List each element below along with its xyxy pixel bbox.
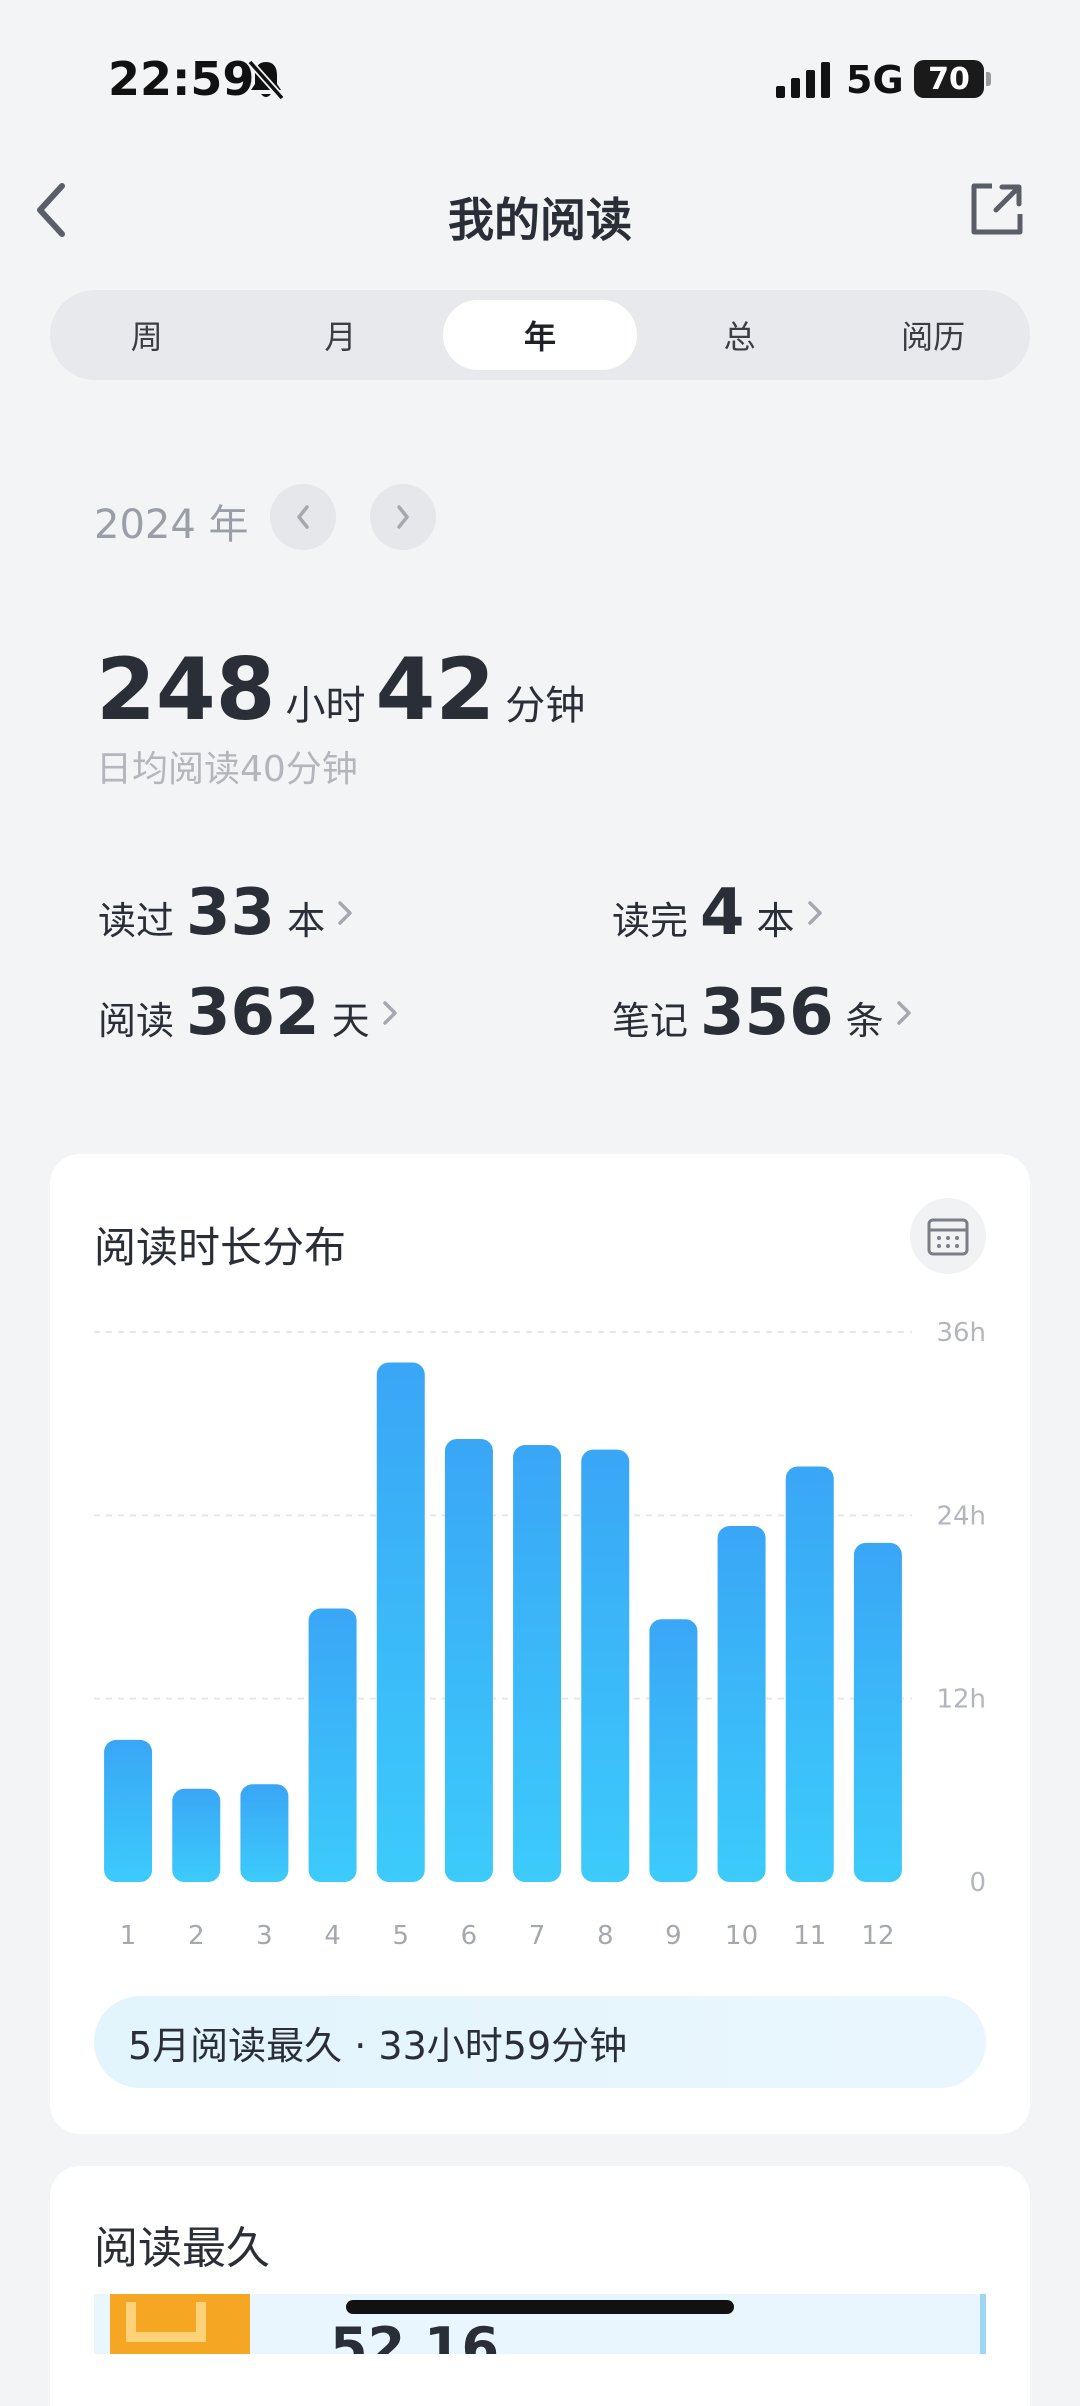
chevron-right-icon (338, 901, 352, 925)
x-tick-label: 9 (665, 1921, 682, 1951)
total-minutes: 42 (375, 640, 496, 740)
battery-tip (986, 72, 991, 86)
page-title: 我的阅读 (448, 193, 632, 247)
chevron-left-icon (297, 505, 309, 529)
stat-value: 33 (186, 876, 276, 950)
bar-month-10[interactable] (717, 1526, 766, 1882)
stat-label: 读过 (98, 899, 175, 943)
minutes-unit: 分钟 (505, 683, 586, 729)
x-tick-label: 5 (392, 1921, 409, 1951)
bar-month-1[interactable] (104, 1739, 153, 1882)
item-edge (980, 2294, 986, 2354)
book-cover (110, 2294, 250, 2354)
bar-month-8[interactable] (581, 1449, 630, 1882)
stat-value: 356 (700, 976, 834, 1050)
bar-month-12[interactable] (853, 1542, 902, 1882)
x-tick-label: 10 (725, 1921, 758, 1951)
x-tick-label: 2 (188, 1921, 205, 1951)
stat-books-read[interactable]: 读过 33 本 (98, 876, 355, 950)
chevron-right-icon (896, 1001, 911, 1025)
stat-value: 4 (700, 876, 745, 950)
stat-books-finished[interactable]: 读完 4 本 (612, 876, 825, 950)
network-label: 5G (846, 58, 904, 102)
bar-month-7[interactable] (513, 1445, 562, 1882)
signal-icon (776, 62, 830, 98)
x-tick-label: 1 (120, 1921, 137, 1951)
reading-distribution-card: 阅读时长分布 0 12h 24h 36h 1 2 3 4 5 6 7 8 9 10 11 12 5月阅读最久 … (50, 1154, 1030, 2134)
y-tick-label: 12h (936, 1685, 986, 1715)
x-tick-label: 11 (793, 1921, 826, 1951)
year-label: 2024 年 (94, 502, 249, 548)
bell-muted-icon (247, 59, 285, 101)
stat-unit: 本 (287, 899, 326, 943)
summary-text: 5月阅读最久 · 33小时59分钟 (128, 2023, 628, 2068)
x-tick-label: 6 (461, 1921, 478, 1951)
battery-indicator: 70 (914, 60, 984, 98)
longest-month-summary: 5月阅读最久 · 33小时59分钟 (94, 1996, 986, 2088)
longest-reading-card: 阅读最久 52 16 (50, 2166, 1030, 2406)
bar-month-9[interactable] (649, 1619, 698, 1882)
book-cover-art (126, 2302, 206, 2342)
total-hours: 248 (96, 640, 276, 740)
daily-average: 日均阅读40分钟 (96, 749, 358, 790)
share-icon[interactable] (968, 180, 1026, 238)
bar-month-4[interactable] (308, 1608, 357, 1882)
chevron-right-icon (382, 1001, 397, 1025)
stat-reading-days[interactable]: 阅读 362 天 (98, 976, 400, 1050)
tab-week[interactable]: 周 (50, 290, 244, 380)
stat-unit: 本 (756, 899, 795, 943)
tab-year[interactable]: 年 (443, 300, 637, 370)
stat-unit: 条 (845, 999, 884, 1043)
tab-month[interactable]: 月 (244, 290, 438, 380)
chevron-right-icon (807, 901, 822, 925)
y-tick-label: 0 (969, 1868, 986, 1898)
prev-year-button[interactable] (270, 484, 336, 550)
tab-history[interactable]: 阅历 (836, 290, 1030, 380)
stat-label: 笔记 (612, 999, 689, 1043)
stat-value: 362 (186, 976, 320, 1050)
stat-unit: 天 (331, 999, 370, 1043)
bar-month-3[interactable] (240, 1784, 289, 1882)
total-reading-time: 248 小时 42 分钟 (96, 640, 595, 740)
stat-notes[interactable]: 笔记 356 条 (612, 976, 914, 1050)
stat-label: 阅读 (98, 999, 175, 1043)
card-title: 阅读最久 (94, 2223, 270, 2274)
bar-month-6[interactable] (444, 1438, 493, 1882)
tab-total[interactable]: 总 (643, 290, 837, 380)
bar-month-2[interactable] (172, 1788, 221, 1882)
x-tick-label: 12 (861, 1921, 894, 1951)
x-tick-label: 3 (256, 1921, 273, 1951)
bar-month-11[interactable] (785, 1466, 834, 1882)
bar-month-5[interactable] (376, 1362, 425, 1882)
battery-level: 70 (928, 61, 970, 97)
period-tabs: 周 月 年 总 阅历 (50, 290, 1030, 380)
status-time: 22:59 (108, 52, 255, 106)
y-tick-label: 24h (936, 1501, 986, 1531)
y-tick-label: 36h (936, 1318, 986, 1348)
book-stat-peek: 52 16 (330, 2316, 500, 2354)
chevron-right-icon (397, 505, 409, 529)
x-tick-label: 7 (529, 1921, 546, 1951)
x-tick-label: 8 (597, 1921, 614, 1951)
page-header: 我的阅读 (0, 160, 1080, 260)
next-year-button[interactable] (370, 484, 436, 550)
stat-label: 读完 (612, 899, 689, 943)
status-bar: 22:59 5G 70 (0, 0, 1080, 160)
hours-unit: 小时 (285, 683, 366, 729)
x-tick-label: 4 (324, 1921, 341, 1951)
reading-time-chart: 012h24h36h1 2 3 4 5 6 7 8 9 10 11 12 (94, 1318, 986, 1951)
home-indicator (346, 2300, 734, 2314)
